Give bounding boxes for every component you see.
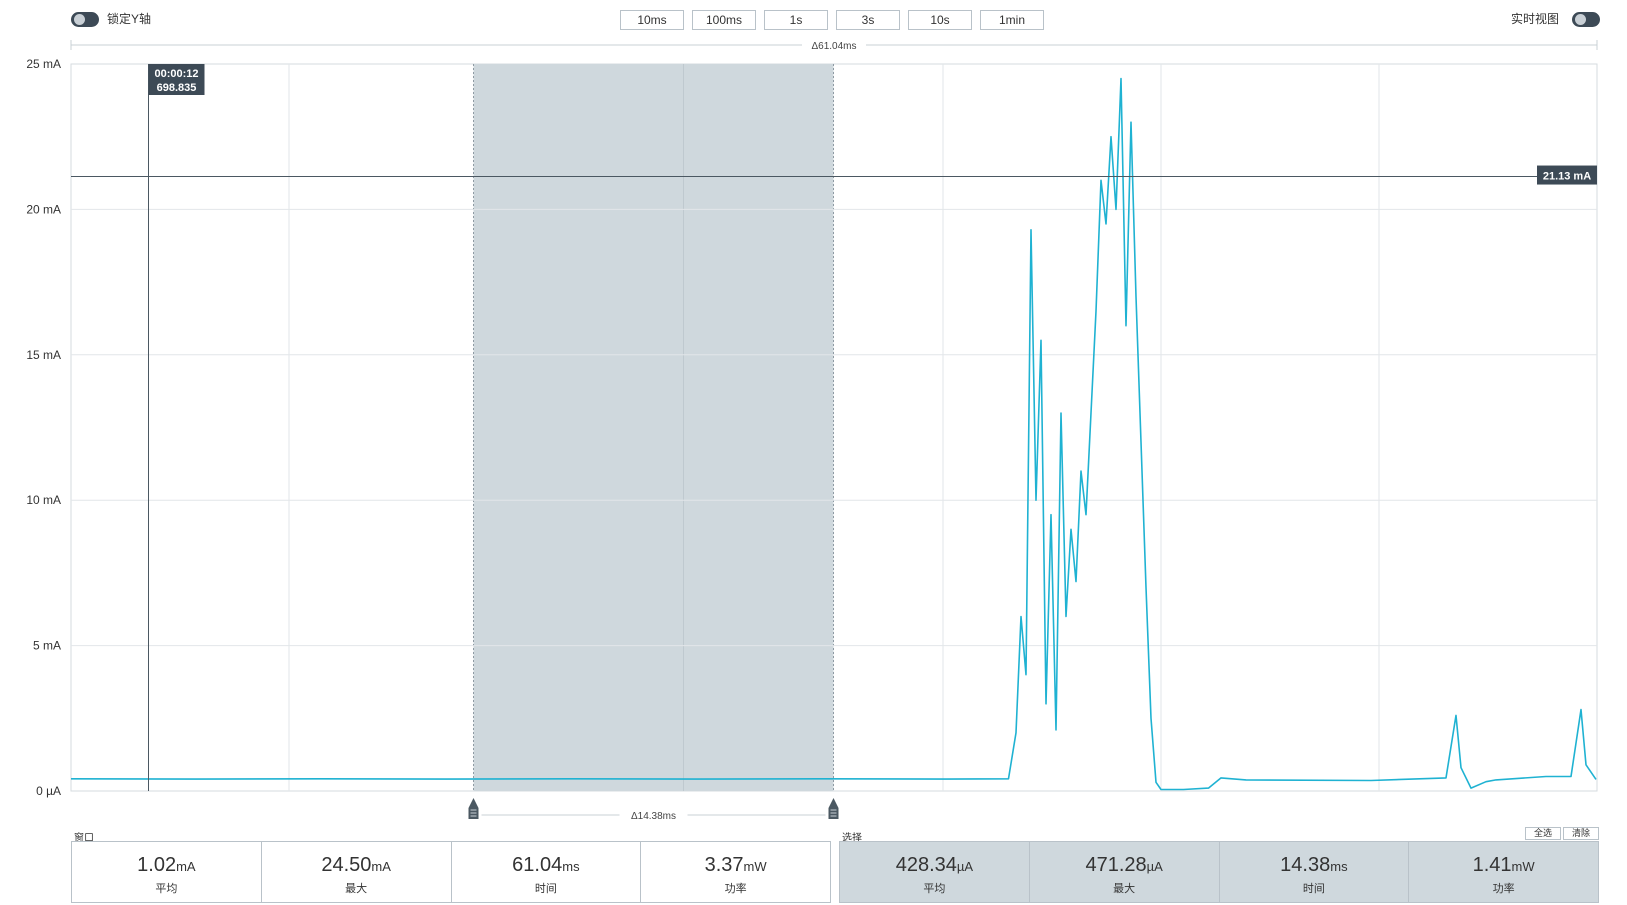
window-10s-button[interactable]: 10s <box>908 10 972 30</box>
window-10ms-button[interactable]: 10ms <box>620 10 684 30</box>
window-stat-average: 1.02mA 平均 <box>72 842 262 902</box>
toggle-knob <box>74 14 85 25</box>
selection-stat-average: 428.34µA 平均 <box>840 842 1030 902</box>
stat-caption: 最大 <box>1113 883 1136 895</box>
clear-selection-button[interactable]: 清除 <box>1563 827 1599 840</box>
stat-unit: µA <box>956 859 974 874</box>
window-100ms-button[interactable]: 100ms <box>692 10 756 30</box>
window-1s-button[interactable]: 1s <box>764 10 828 30</box>
stat-value: 24.50 <box>321 854 372 876</box>
stat-unit: µA <box>1146 859 1163 874</box>
realtime-view-label: 实时视图 <box>1511 12 1560 26</box>
stat-value: 1.41 <box>1472 854 1512 876</box>
stat-unit: mA <box>176 859 196 874</box>
toggle-knob <box>1575 14 1586 25</box>
stat-caption: 时间 <box>1302 883 1325 895</box>
window-stats-panel: 1.02mA 平均 24.50mA 最大 61.04ms 时间 3.37mW 功… <box>71 841 831 903</box>
stat-caption: 时间 <box>534 883 557 895</box>
window-3s-button[interactable]: 3s <box>836 10 900 30</box>
stat-unit: mW <box>743 859 767 874</box>
stat-caption: 功率 <box>1492 883 1515 895</box>
stat-caption: 最大 <box>345 883 368 895</box>
stat-value: 428.34 <box>895 854 957 876</box>
selection-stat-power: 1.41mW 功率 <box>1409 842 1598 902</box>
y-tick-label: 5 mA <box>33 639 61 653</box>
y-tick-label: 10 mA <box>26 493 61 507</box>
stat-unit: mW <box>1511 859 1535 874</box>
cursor-time-label: 00:00:12 <box>154 68 198 80</box>
selection-delta-label: Δ14.38ms <box>631 811 676 822</box>
stat-caption: 平均 <box>923 883 946 895</box>
select-all-button[interactable]: 全选 <box>1525 827 1561 840</box>
y-tick-label: 15 mA <box>26 348 61 362</box>
stat-value: 14.38 <box>1280 854 1331 876</box>
stat-value: 3.37 <box>704 854 744 876</box>
window-stat-max: 24.50mA 最大 <box>262 842 452 902</box>
stat-unit: ms <box>562 859 580 874</box>
lock-y-axis-toggle[interactable] <box>71 12 99 27</box>
y-tick-label: 25 mA <box>26 57 61 71</box>
selection-region[interactable] <box>473 64 834 791</box>
horizontal-cursor-label: 21.13 mA <box>1543 171 1591 183</box>
selection-stat-time: 14.38ms 时间 <box>1220 842 1410 902</box>
window-stat-power: 3.37mW 功率 <box>641 842 830 902</box>
selection-buttons: 全选 清除 <box>1525 827 1599 840</box>
selection-stats-panel: 428.34µA 平均 471.28µA 最大 14.38ms 时间 1.41m… <box>839 841 1599 903</box>
stat-unit: mA <box>371 859 391 874</box>
current-chart[interactable]: Δ61.04ms 0 µA 5 mA 10 mA 15 mA 20 mA 25 mA 21.1… <box>0 34 1627 824</box>
stat-caption: 功率 <box>724 883 747 895</box>
lock-y-axis-label: 锁定Y轴 <box>107 12 152 26</box>
realtime-view-toggle[interactable] <box>1572 12 1600 27</box>
stat-value: 61.04 <box>512 854 563 876</box>
window-1min-button[interactable]: 1min <box>980 10 1044 30</box>
window-stat-time: 61.04ms 时间 <box>452 842 642 902</box>
y-tick-label: 20 mA <box>26 202 61 216</box>
stat-unit: ms <box>1330 859 1348 874</box>
selection-stat-max: 471.28µA 最大 <box>1030 842 1220 902</box>
window-size-buttons: 10ms 100ms 1s 3s 10s 1min <box>620 10 1044 30</box>
y-tick-label: 0 µA <box>36 784 61 798</box>
stat-value: 471.28 <box>1085 854 1147 876</box>
cursor-value-label: 698.835 <box>157 82 197 94</box>
window-delta-label: Δ61.04ms <box>811 41 856 52</box>
stat-caption: 平均 <box>155 883 178 895</box>
stat-value: 1.02 <box>137 854 177 876</box>
